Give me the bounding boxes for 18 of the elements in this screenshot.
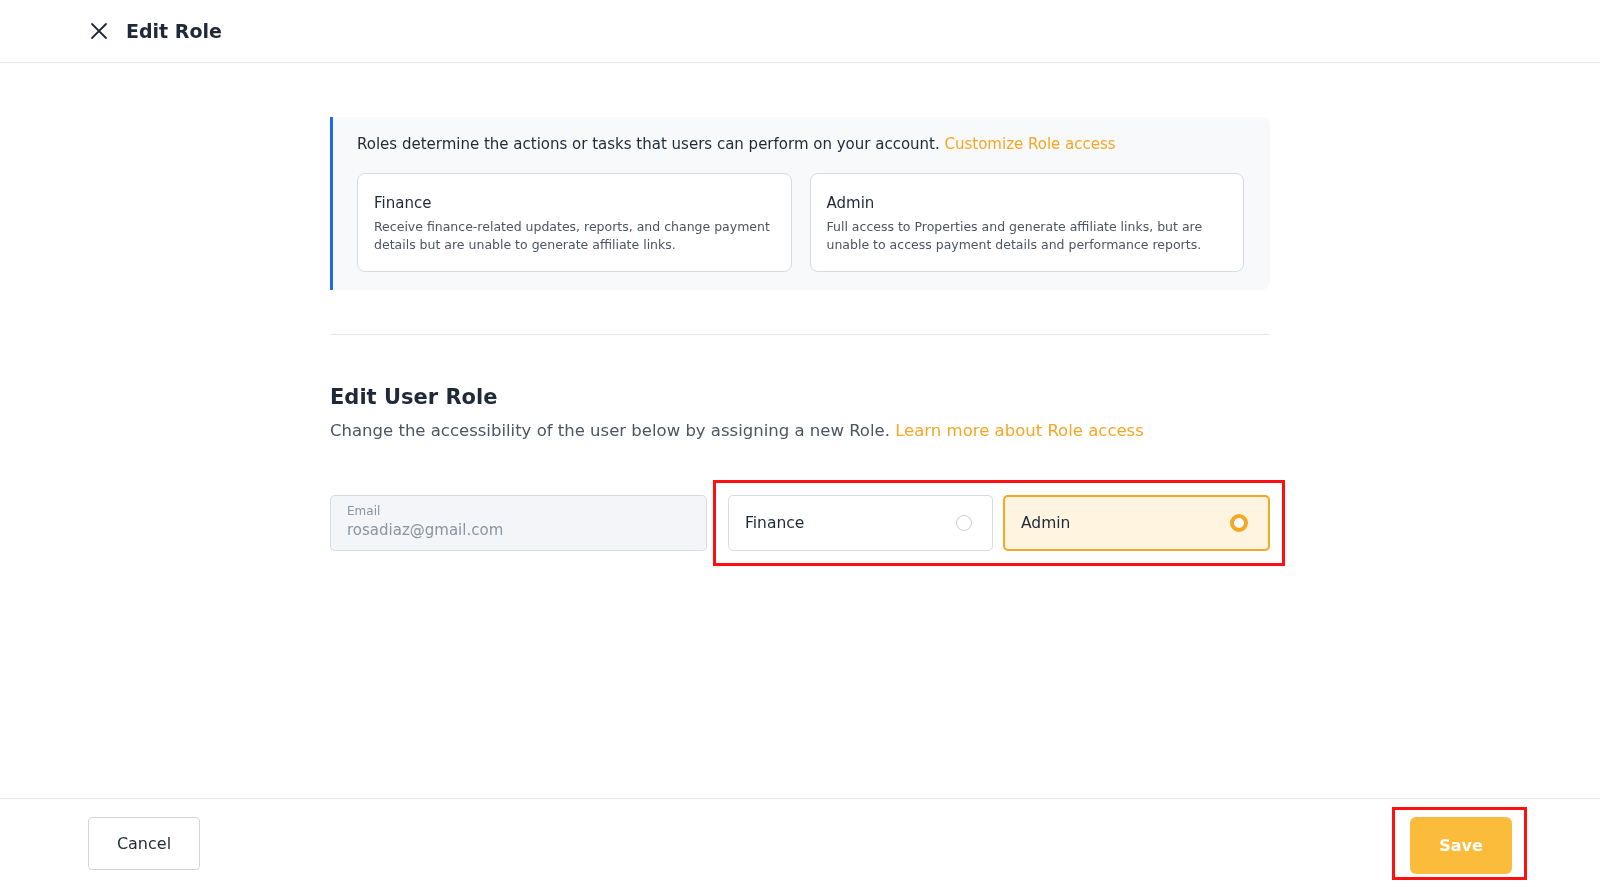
role-description: Receive finance-related updates, reports, and change payment details but are unable to generate affiliate links. <box>374 218 771 253</box>
role-option[interactable]: Finance <box>728 495 993 551</box>
role-description: Full access to Properties and generate affiliate links, but are unable to access payment details and performance reports. <box>826 218 1204 253</box>
radio-icon <box>956 515 972 531</box>
role-name: Admin <box>826 194 876 212</box>
learn-more-link[interactable]: Learn more about Role access <box>895 421 1144 440</box>
customize-role-link[interactable]: Customize Role access <box>944 135 1116 153</box>
section-heading: Edit User Role <box>330 385 499 409</box>
save-button[interactable]: Save <box>1410 816 1512 874</box>
close-button[interactable] <box>88 20 110 42</box>
page-title: Edit Role <box>126 20 222 42</box>
role-option[interactable]: Admin <box>1003 495 1270 551</box>
close-icon <box>90 22 108 40</box>
info-text: Roles determine the actions or tasks that users can perform on your account. Customize Role access <box>357 135 1117 153</box>
section-description: Change the accessibility of the user below by assigning a new Role. Learn more about Role access <box>330 421 1145 440</box>
cancel-button[interactable]: Cancel <box>88 816 200 870</box>
role-name: Finance <box>374 194 433 212</box>
radio-icon <box>1230 514 1248 532</box>
